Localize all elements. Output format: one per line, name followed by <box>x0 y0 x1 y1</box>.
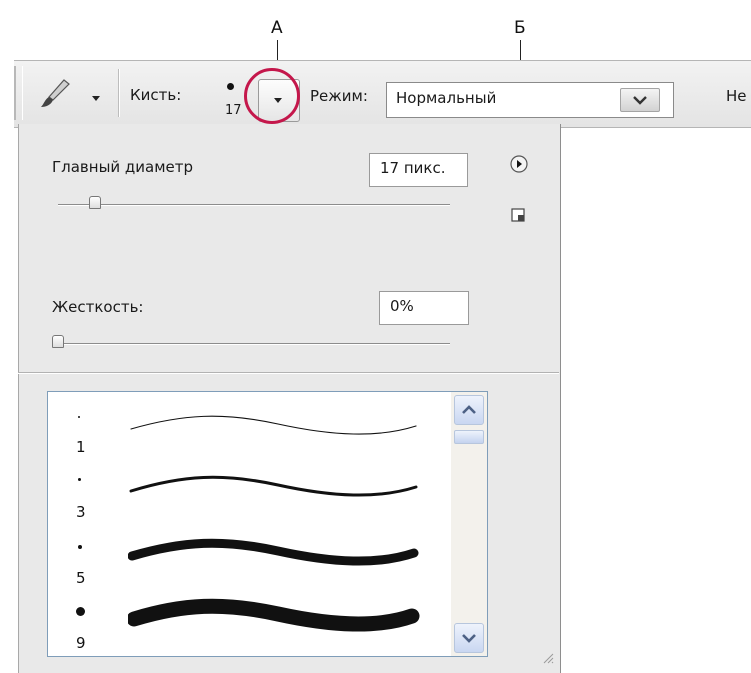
brush-label: Кисть: <box>130 86 182 104</box>
brush-size-number: 1 <box>76 438 86 456</box>
brush-preset-row[interactable]: 5 <box>48 522 452 587</box>
callout-b-label: Б <box>514 18 526 38</box>
callout-a-label: А <box>271 18 283 38</box>
panel-menu-icon[interactable] <box>509 154 529 174</box>
brush-preset-list[interactable]: 1 3 5 9 <box>47 391 488 657</box>
master-diameter-slider-track[interactable] <box>58 204 450 205</box>
panel-divider <box>18 372 559 373</box>
brush-size-number: 5 <box>76 569 86 587</box>
brush-size-label: 17 <box>225 103 242 118</box>
brush-size-number: 3 <box>76 503 86 521</box>
callout-a-highlight-circle <box>244 68 300 124</box>
hardness-slider-thumb[interactable] <box>52 335 64 348</box>
brush-preset-row[interactable]: 1 <box>48 392 452 457</box>
hardness-slider-track[interactable] <box>58 343 450 344</box>
scroll-down-icon[interactable] <box>454 623 484 653</box>
master-diameter-slider-thumb[interactable] <box>89 196 101 209</box>
brush-list-scrollbar[interactable] <box>451 392 487 656</box>
mode-label: Режим: <box>310 87 368 105</box>
master-diameter-field[interactable]: 17 пикс. <box>369 153 468 187</box>
brush-tip-dot <box>78 545 82 549</box>
brush-tool-icon[interactable] <box>36 74 76 114</box>
bar-separator <box>118 69 119 117</box>
tool-preset-dropdown-icon[interactable] <box>92 96 100 101</box>
master-diameter-label: Главный диаметр <box>52 158 194 176</box>
brush-preview-icon[interactable] <box>227 83 234 90</box>
hardness-label: Жесткость: <box>52 298 144 316</box>
brush-stroke-preview <box>128 538 419 566</box>
brush-stroke-preview <box>130 415 417 435</box>
brush-tip-dot <box>78 478 81 481</box>
options-bar-grip[interactable] <box>14 66 23 120</box>
mode-select-value: Нормальный <box>396 89 497 107</box>
scroll-up-icon[interactable] <box>454 395 484 425</box>
brush-size-number: 9 <box>76 634 86 652</box>
panel-resize-grip[interactable] <box>540 650 554 664</box>
brush-preset-row[interactable]: 3 <box>48 457 452 522</box>
brush-tip-dot <box>76 607 85 616</box>
hardness-field[interactable]: 0% <box>379 291 469 325</box>
next-option-label: Не <box>726 87 747 105</box>
brush-stroke-preview <box>128 598 420 632</box>
mode-select-dropdown-button[interactable] <box>620 88 660 112</box>
brush-preset-row[interactable]: 9 <box>48 587 452 652</box>
scrollbar-thumb[interactable] <box>454 430 484 444</box>
new-preset-icon[interactable] <box>509 206 527 224</box>
brush-tip-dot <box>78 416 80 418</box>
brush-stroke-preview <box>129 475 418 497</box>
